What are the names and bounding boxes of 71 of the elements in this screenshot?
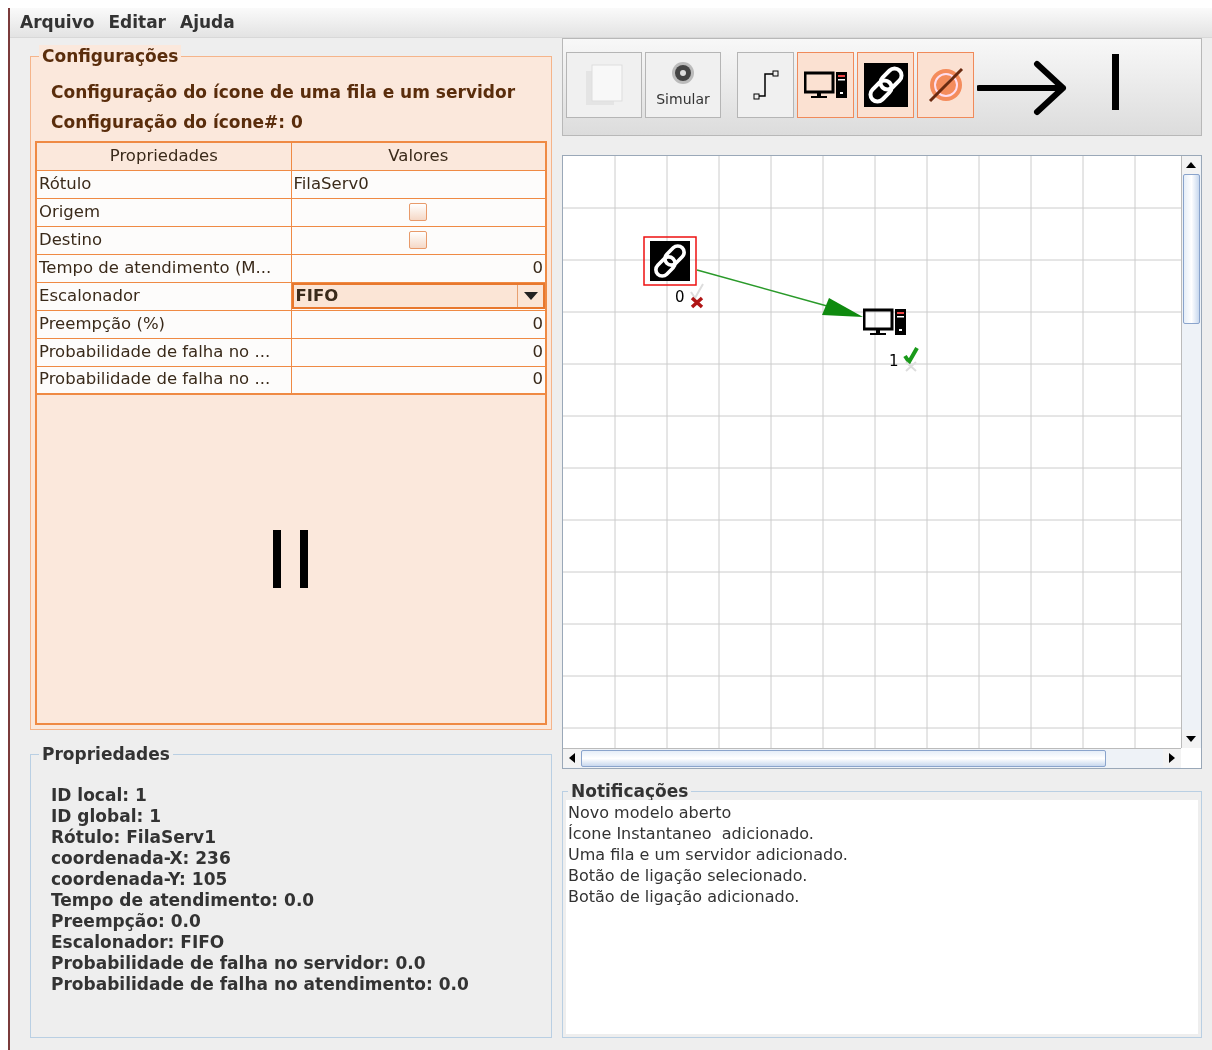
- table-cell[interactable]: FilaServ0: [291, 170, 546, 198]
- dropdown[interactable]: FIFO: [292, 283, 545, 309]
- table-cell: Rótulo: [36, 170, 291, 198]
- table-cell: Escalonador: [36, 282, 291, 310]
- property-line: Rótulo: FilaServ1: [51, 827, 217, 848]
- double-bar-icon: [273, 530, 309, 588]
- toolbar-button[interactable]: [917, 52, 974, 118]
- table-cell: Preempção (%): [36, 310, 291, 338]
- node-label: 0: [675, 288, 685, 306]
- scroll-thumb[interactable]: [1183, 174, 1200, 324]
- table-cell[interactable]: 0: [291, 366, 546, 394]
- node-label: 1: [889, 352, 899, 370]
- link-icon: [863, 63, 908, 107]
- connector-icon: [752, 70, 779, 100]
- up-triangle-icon[interactable]: [1186, 162, 1196, 168]
- scroll-right-button[interactable]: [1163, 749, 1181, 767]
- column-header[interactable]: Valores: [291, 142, 546, 170]
- menu-item[interactable]: Editar: [102, 9, 172, 36]
- table-cell: Probabilidade de falha no ...: [36, 366, 291, 394]
- property-line: Probabilidade de falha no servidor: 0.0: [51, 953, 426, 974]
- vertical-bar-icon: [1112, 54, 1119, 110]
- right-triangle-icon[interactable]: [1169, 753, 1175, 763]
- menu-item[interactable]: Ajuda: [174, 9, 241, 36]
- toolbar-button[interactable]: Simular: [645, 52, 721, 118]
- connection-arrow[interactable]: [696, 269, 863, 317]
- computer-node[interactable]: [863, 308, 906, 335]
- computer-icon: [803, 71, 848, 99]
- scroll-thumb[interactable]: [581, 750, 1106, 767]
- table-cell[interactable]: 0: [291, 310, 546, 338]
- toolbar-button[interactable]: [737, 52, 794, 118]
- config-heading: Configuração do ícone de uma fila e um servidor: [50, 81, 517, 104]
- notification-line: Ícone Instantaneo adicionado.: [568, 823, 814, 844]
- property-line: ID global: 1: [51, 806, 162, 827]
- checkbox[interactable]: [409, 231, 428, 250]
- notification-line: Botão de ligação selecionado.: [568, 865, 808, 886]
- table-cell: Destino: [36, 226, 291, 254]
- table-cell: Tempo de atendimento (M...: [36, 254, 291, 282]
- panel-title: Notificações: [568, 780, 692, 802]
- property-line: ID local: 1: [51, 785, 147, 806]
- panel-title: Configurações: [39, 45, 182, 67]
- panel-title: Propriedades: [39, 743, 173, 765]
- dropdown-arrow-icon[interactable]: [523, 292, 538, 300]
- checkbox[interactable]: [409, 203, 428, 222]
- left-triangle-icon[interactable]: [569, 753, 575, 763]
- config-subheading: Configuração do ícone#: 0: [50, 111, 304, 134]
- menu-item[interactable]: Arquivo: [14, 9, 101, 36]
- notification-line: Novo modelo aberto: [568, 802, 732, 823]
- column-header[interactable]: Propriedades: [36, 142, 291, 170]
- notification-line: Uma fila e um servidor adicionado.: [568, 844, 848, 865]
- link-node[interactable]: [643, 236, 697, 286]
- horizontal-scrollbar[interactable]: [563, 748, 1181, 768]
- down-triangle-icon[interactable]: [1186, 736, 1196, 742]
- toolbar-button[interactable]: [857, 52, 914, 118]
- table-cell[interactable]: 0: [291, 254, 546, 282]
- property-line: Preempção: 0.0: [51, 911, 201, 932]
- property-line: Tempo de atendimento: 0.0: [51, 890, 315, 911]
- scroll-down-button[interactable]: [1182, 730, 1200, 748]
- scroll-up-button[interactable]: [1182, 156, 1200, 174]
- property-line: Probabilidade de falha no atendimento: 0.0: [51, 974, 469, 995]
- vertical-scrollbar[interactable]: [1181, 156, 1201, 748]
- toolbar-button[interactable]: [797, 52, 854, 118]
- scroll-left-button[interactable]: [563, 749, 581, 767]
- table-cell[interactable]: 0: [291, 338, 546, 366]
- property-line: Escalonador: FIFO: [51, 932, 225, 953]
- arrow-icon: [977, 58, 1069, 118]
- table-cell: Probabilidade de falha no ...: [36, 338, 291, 366]
- property-line: coordenada-Y: 105: [51, 869, 228, 890]
- notification-line: Botão de ligação adicionado.: [568, 886, 800, 907]
- property-line: coordenada-X: 236: [51, 848, 231, 869]
- gear-icon: [671, 60, 695, 85]
- table-cell: Origem: [36, 198, 291, 226]
